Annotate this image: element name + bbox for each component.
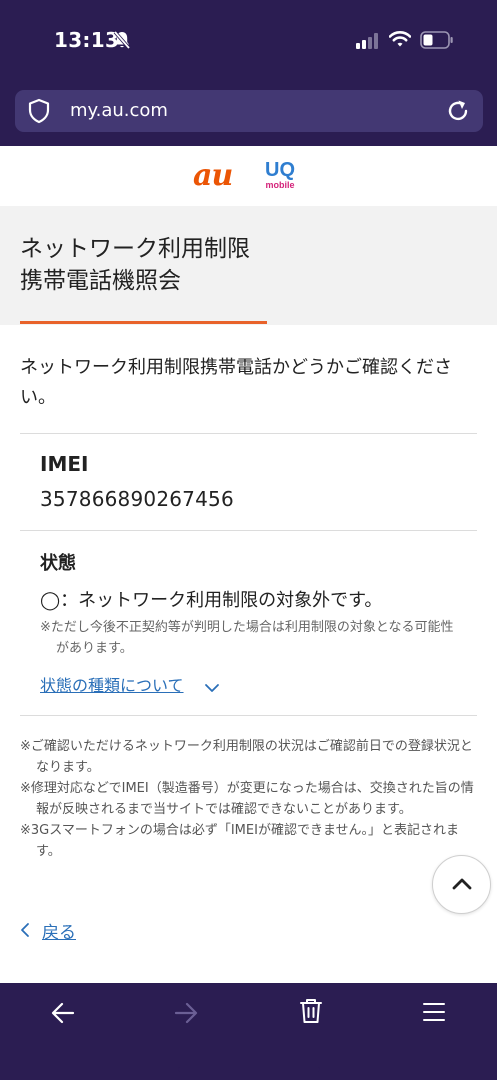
trash-icon[interactable] <box>298 997 324 1029</box>
note-item: ※ご確認いただけるネットワーク利用制限の状況はご確認前日での登録状況となります。 <box>20 739 473 775</box>
forward-arrow-icon[interactable] <box>173 1000 199 1030</box>
page-title-line2: 携帯電話機照会 <box>20 268 181 294</box>
au-logo[interactable]: au <box>193 158 233 193</box>
menu-icon[interactable] <box>422 1000 446 1028</box>
wifi-icon <box>388 30 412 52</box>
cellular-signal-icon <box>356 33 380 53</box>
imei-value: 357866890267456 <box>40 487 234 511</box>
back-arrow-icon[interactable] <box>50 1000 76 1030</box>
status-label: 状態 <box>40 553 76 574</box>
browser-toolbar: my.au.com <box>0 82 497 146</box>
note-item: ※修理対応などでIMEI（製造番号）が変更になった場合は、交換された旨の情報が反… <box>20 781 474 817</box>
uq-mobile-logo[interactable]: UQ mobile <box>260 160 300 190</box>
shield-icon[interactable] <box>27 98 51 128</box>
bell-slash-icon <box>113 30 131 54</box>
divider <box>20 433 477 434</box>
notes-list: ※ご確認いただけるネットワーク利用制限の状況はご確認前日での登録状況となります。… <box>20 736 474 862</box>
page-title-line1: ネットワーク利用制限 <box>20 236 250 262</box>
page-title: ネットワーク利用制限 携帯電話機照会 <box>20 233 250 297</box>
chevron-down-icon[interactable] <box>204 678 220 697</box>
status-value: ◯：ネットワーク利用制限の対象外です。 <box>40 590 383 611</box>
divider <box>20 715 477 716</box>
back-link-label[interactable]: 戻る <box>42 918 76 943</box>
page-title-section: ネットワーク利用制限 携帯電話機照会 <box>0 206 497 325</box>
status-note: ※ただし今後不正契約等が判明した場合は利用制限の対象となる可能性があります。 <box>40 620 454 656</box>
chevron-left-icon <box>20 922 30 943</box>
scroll-top-button[interactable] <box>432 855 491 914</box>
brand-header: au UQ mobile <box>0 146 497 206</box>
divider <box>20 530 477 531</box>
status-types-link[interactable]: 状態の種類について <box>40 672 184 696</box>
url-text[interactable]: my.au.com <box>70 100 168 121</box>
reload-icon[interactable] <box>445 98 471 128</box>
uq-logo-subtext: mobile <box>265 180 295 190</box>
uq-logo-text: UQ <box>265 159 295 181</box>
address-bar[interactable]: my.au.com <box>15 90 483 132</box>
status-time: 13:13 <box>54 28 120 52</box>
status-bar: 13:13 <box>0 0 497 82</box>
note-item: ※3Gスマートフォンの場合は必ず「IMEIが確認できません。」と表記されます。 <box>20 823 460 859</box>
battery-icon <box>420 31 454 53</box>
intro-text: ネットワーク利用制限携帯電話かどうかご確認ください。 <box>20 357 452 408</box>
browser-bottom-bar <box>0 983 497 1080</box>
home-indicator <box>178 1067 320 1072</box>
imei-label: IMEI <box>40 452 89 476</box>
title-underline <box>20 321 267 324</box>
